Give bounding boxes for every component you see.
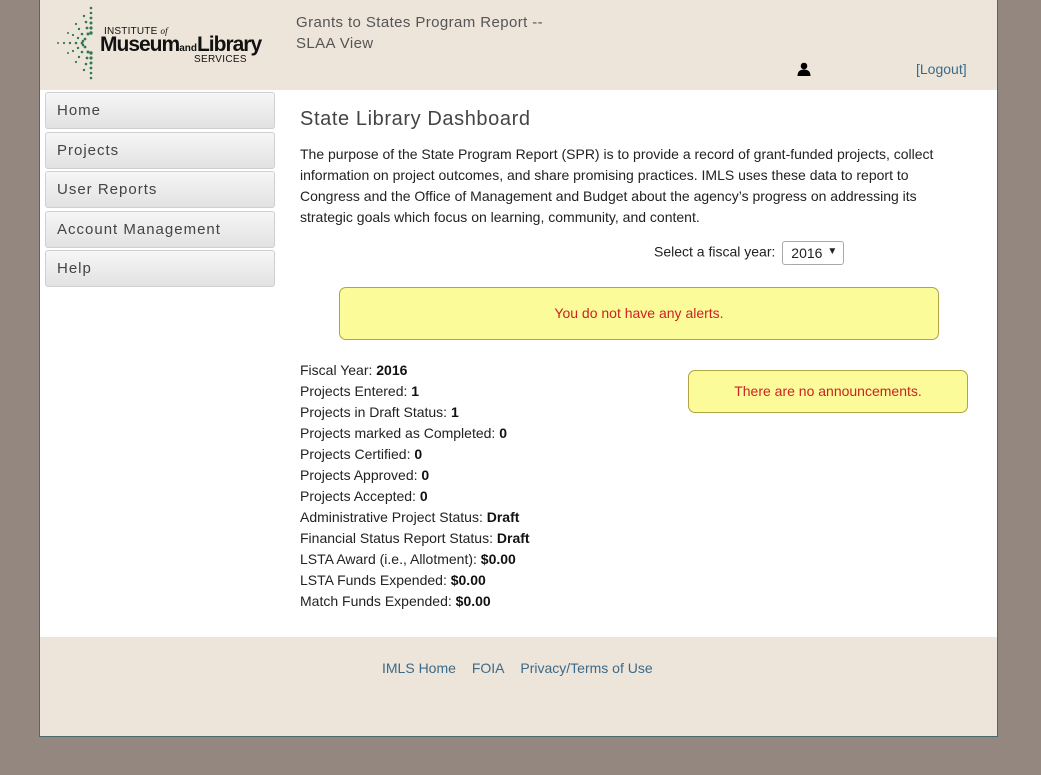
sidebar-item-account-management[interactable]: Account Management: [45, 210, 275, 248]
main-content: State Library Dashboard The purpose of t…: [300, 108, 968, 609]
stat-match-expended: Match Funds Expended: $0.00: [300, 593, 491, 609]
stat-projects-completed: Projects marked as Completed: 0: [300, 425, 507, 441]
announcements-box: There are no announcements.: [688, 370, 968, 413]
stat-projects-certified: Projects Certified: 0: [300, 446, 423, 462]
stat-projects-draft: Projects in Draft Status: 1: [300, 404, 459, 420]
alerts-box: You do not have any alerts.: [339, 287, 939, 340]
footer-link-privacy-terms[interactable]: Privacy/Terms of Use: [520, 660, 652, 676]
sidebar-nav: Home Projects User Reports Account Manag…: [45, 92, 276, 290]
stat-admin-project-status: Administrative Project Status: Draft: [300, 509, 520, 525]
intro-paragraph: The purpose of the State Program Report …: [300, 146, 934, 225]
footer-link-foia[interactable]: FOIA: [472, 660, 505, 676]
sidebar-item-projects[interactable]: Projects: [45, 131, 275, 169]
stat-projects-accepted: Projects Accepted: 0: [300, 488, 428, 504]
stat-lsta-award: LSTA Award (i.e., Allotment): $0.00: [300, 551, 516, 567]
sidebar-item-home[interactable]: Home: [45, 92, 275, 129]
stat-projects-entered: Projects Entered: 1: [300, 383, 420, 399]
footer-link-imls-home[interactable]: IMLS Home: [382, 660, 456, 676]
stat-financial-status: Financial Status Report Status: Draft: [300, 530, 530, 546]
stat-fiscal-year: Fiscal Year: 2016: [300, 362, 408, 378]
page-container: INSTITUTE of MuseumandLibrary SERVICES G…: [39, 0, 998, 737]
dropdown-arrow-icon: ▼: [827, 246, 838, 257]
logo-services-text: SERVICES: [194, 54, 247, 65]
logout-link[interactable]: [Logout]: [916, 61, 967, 77]
starburst-logo-icon: [57, 6, 93, 80]
fiscal-year-select[interactable]: 2016 ▼: [782, 241, 845, 265]
sidebar-item-user-reports[interactable]: User Reports: [45, 171, 275, 208]
project-stats: Fiscal Year: 2016 Projects Entered: 1 Pr…: [300, 360, 530, 612]
app-title: Grants to States Program Report -- SLAA …: [296, 14, 544, 52]
header: INSTITUTE of MuseumandLibrary SERVICES G…: [40, 0, 997, 90]
footer: IMLS Home FOIA Privacy/Terms of Use: [40, 637, 997, 736]
imls-logo[interactable]: INSTITUTE of MuseumandLibrary SERVICES: [54, 4, 264, 82]
sidebar-item-help[interactable]: Help: [45, 250, 275, 287]
fiscal-year-label: Select a fiscal year:: [654, 243, 776, 260]
user-icon[interactable]: [797, 62, 811, 76]
page-title: State Library Dashboard: [300, 108, 531, 130]
stat-lsta-expended: LSTA Funds Expended: $0.00: [300, 572, 486, 588]
fiscal-year-selector: Select a fiscal year: 2016 ▼: [654, 241, 845, 265]
stat-projects-approved: Projects Approved: 0: [300, 467, 430, 483]
footer-links: IMLS Home FOIA Privacy/Terms of Use: [382, 660, 665, 676]
